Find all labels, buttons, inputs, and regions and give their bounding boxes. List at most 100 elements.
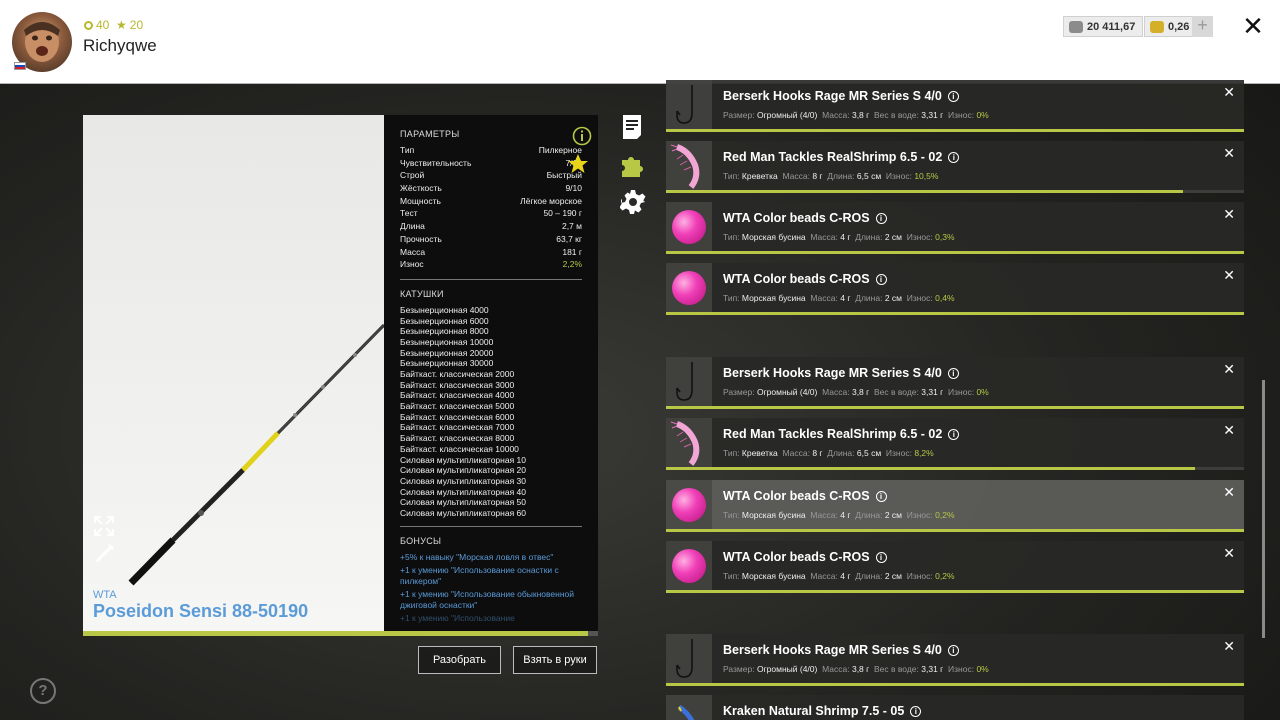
info-icon[interactable]: i <box>947 367 959 379</box>
tackle-item[interactable]: WTA Color beads C-ROS i Тип: Морская бусин… <box>666 263 1244 315</box>
item-description: Тип: Морская бусина Масса: 4 г Длина: 2 … <box>723 571 955 581</box>
reel-item: Безынерционная 6000 <box>400 315 489 326</box>
info-icon[interactable]: i <box>948 151 960 163</box>
param-label: Тест <box>400 208 418 219</box>
param-value: 9/10 <box>565 183 582 194</box>
info-icon[interactable]: i <box>947 644 959 656</box>
param-label: Жёсткость <box>400 183 442 194</box>
level-icon <box>84 20 93 30</box>
item-durability-bar <box>666 529 1244 532</box>
tackle-item[interactable]: WTA Color beads C-ROS i Тип: Морская бусин… <box>666 480 1244 532</box>
item-durability-bar <box>666 406 1244 409</box>
gear-icon[interactable] <box>619 189 646 215</box>
param-value: 63,7 кг <box>556 233 582 244</box>
item-title: Red Man Tackles RealShrimp 6.5 - 02 i <box>723 150 960 164</box>
document-icon[interactable] <box>620 114 644 140</box>
remove-item-close-icon[interactable]: ✕ <box>1223 638 1235 655</box>
item-thumbnail <box>666 263 712 312</box>
puzzle-icon[interactable] <box>620 152 644 178</box>
remove-item-close-icon[interactable]: ✕ <box>1223 267 1235 284</box>
tackle-item[interactable]: WTA Color beads C-ROS i Тип: Морская бусин… <box>666 202 1244 254</box>
rod-durability-fill <box>83 631 588 636</box>
item-thumbnail <box>666 695 712 720</box>
tackle-item[interactable]: Berserk Hooks Rage MR Series S 4/0 i Разме… <box>666 357 1244 409</box>
item-description: Размер: Огромный (4/0) Масса: 3,8 г Вес … <box>723 110 989 120</box>
item-title: Kraken Natural Shrimp 7.5 - 05 i <box>723 704 922 718</box>
star-icon: ★ <box>116 18 127 32</box>
param-label: Длина <box>400 221 425 232</box>
param-row: Масса 181 г <box>400 247 582 260</box>
item-title: Red Man Tackles RealShrimp 6.5 - 02 i <box>723 427 960 441</box>
param-label: Износ <box>400 259 424 270</box>
bonus-item: +1 к умению "Использование оснастки с пи… <box>400 564 559 586</box>
reel-item: Силовая мультипликаторная 40 <box>400 486 526 497</box>
reel-item: Силовая мультипликаторная 30 <box>400 475 526 486</box>
item-thumbnail <box>666 418 712 467</box>
favorite-star-icon[interactable] <box>567 153 591 179</box>
bead-icon <box>672 270 706 305</box>
item-thumbnail <box>666 357 712 406</box>
divider <box>400 278 582 280</box>
bonus-item: +1 к умению "Использование <box>400 612 515 623</box>
tackle-item[interactable]: Kraken Natural Shrimp 7.5 - 05 i <box>666 695 1244 720</box>
take-in-hands-button[interactable]: Взять в руки <box>513 646 597 674</box>
tackle-item[interactable]: Berserk Hooks Rage MR Series S 4/0 i Разме… <box>666 80 1244 132</box>
hook-icon <box>676 84 693 124</box>
remove-item-close-icon[interactable]: ✕ <box>1223 422 1235 439</box>
shrimp-lure-icon <box>677 704 695 720</box>
info-icon[interactable]: i <box>875 490 887 502</box>
item-durability-bar <box>666 683 1244 686</box>
info-icon[interactable]: i <box>910 705 922 717</box>
params-panel: ПАРАМЕТРЫ ТипПилкерноеЧувствительность7/… <box>384 115 598 631</box>
item-title: Berserk Hooks Rage MR Series S 4/0 i <box>723 643 959 657</box>
info-icon[interactable] <box>572 126 596 152</box>
info-icon[interactable]: i <box>947 90 959 102</box>
remove-item-close-icon[interactable]: ✕ <box>1223 361 1235 378</box>
item-title: WTA Color beads C-ROS i <box>723 272 887 286</box>
item-thumbnail <box>666 634 712 683</box>
params-title: ПАРАМЕТРЫ <box>400 129 460 139</box>
reel-item: Байткаст. классическая 7000 <box>400 422 515 433</box>
bonuses-title: БОНУСЫ <box>400 535 442 546</box>
reels-title: КАТУШКИ <box>400 288 444 299</box>
item-durability-bar <box>666 590 1244 593</box>
reel-item: Байткаст. классическая 10000 <box>400 443 519 454</box>
param-value: 181 г <box>562 246 582 257</box>
item-description: Тип: Морская бусина Масса: 4 г Длина: 2 … <box>723 293 955 303</box>
disassemble-button[interactable]: Разобрать <box>418 646 501 674</box>
item-thumbnail <box>666 80 712 129</box>
remove-item-close-icon[interactable]: ✕ <box>1223 206 1235 223</box>
tackle-item[interactable]: Berserk Hooks Rage MR Series S 4/0 i Разме… <box>666 634 1244 686</box>
info-icon[interactable]: i <box>875 212 887 224</box>
item-thumbnail <box>666 541 712 590</box>
tackle-list: Berserk Hooks Rage MR Series S 4/0 i Разме… <box>666 0 1244 720</box>
info-icon[interactable]: i <box>948 428 960 440</box>
reel-item: Силовая мультипликаторная 10 <box>400 454 526 465</box>
help-icon[interactable]: ? <box>30 678 56 704</box>
reel-item: Байткаст. классическая 5000 <box>400 401 515 412</box>
info-icon[interactable]: i <box>875 273 887 285</box>
hook-icon <box>676 638 693 678</box>
rod-brand: WTA <box>93 589 117 601</box>
param-row: Строй Быстрый <box>400 170 582 183</box>
tackle-item[interactable]: Red Man Tackles RealShrimp 6.5 - 02 i Тип:… <box>666 141 1244 193</box>
rod-preview[interactable]: WTA Poseidon Sensi 88-50190 <box>83 115 384 631</box>
remove-item-close-icon[interactable]: ✕ <box>1223 484 1235 501</box>
fullscreen-icon[interactable] <box>93 515 115 537</box>
reel-item: Байткаст. классическая 2000 <box>400 369 515 379</box>
reel-item: Безынерционная 20000 <box>400 347 494 358</box>
remove-item-close-icon[interactable]: ✕ <box>1223 84 1235 101</box>
item-durability-fill <box>666 251 1244 254</box>
scrollbar[interactable] <box>1262 380 1265 638</box>
edit-icon[interactable] <box>93 543 115 565</box>
info-icon[interactable]: i <box>875 551 887 563</box>
bonus-item: +5% к навыку "Морская ловля в отвес" <box>400 551 554 562</box>
reel-item: Байткаст. классическая 8000 <box>400 433 515 444</box>
remove-item-close-icon[interactable]: ✕ <box>1223 545 1235 562</box>
item-description: Размер: Огромный (4/0) Масса: 3,8 г Вес … <box>723 387 989 397</box>
bead-icon <box>672 487 706 522</box>
tackle-item[interactable]: Red Man Tackles RealShrimp 6.5 - 02 i Тип:… <box>666 418 1244 470</box>
param-value: 2,7 м <box>561 221 582 232</box>
tackle-item[interactable]: WTA Color beads C-ROS i Тип: Морская бусин… <box>666 541 1244 593</box>
remove-item-close-icon[interactable]: ✕ <box>1223 145 1235 162</box>
